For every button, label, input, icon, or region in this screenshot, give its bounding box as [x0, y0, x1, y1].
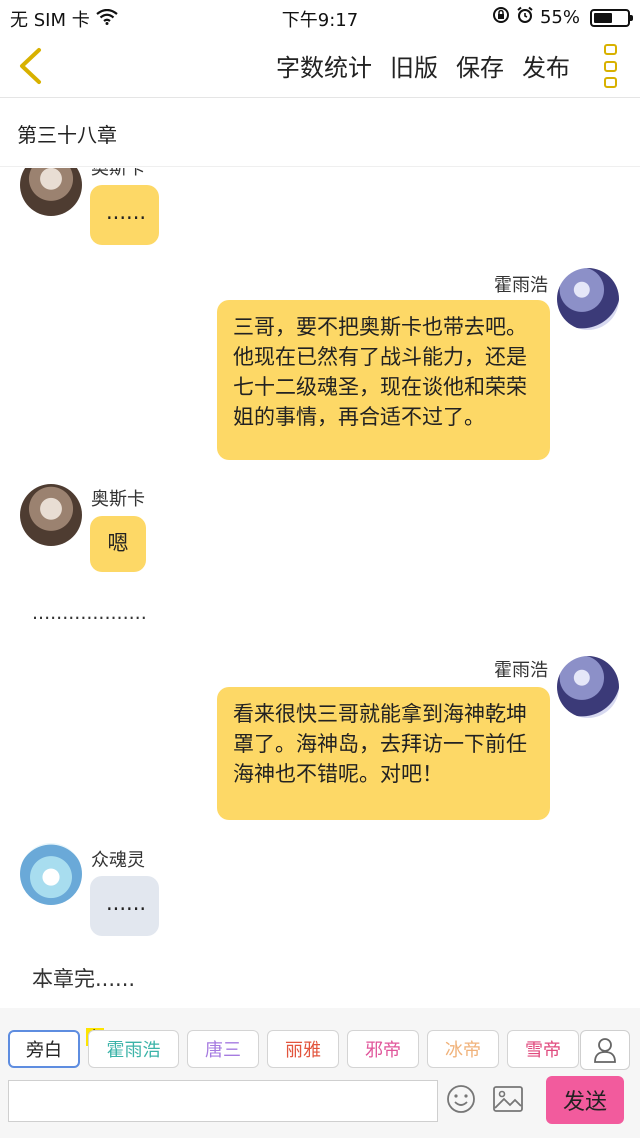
role-selector-bar: 旁白 主 霍雨浩 唐三 丽雅 邪帝 冰帝 雪帝: [0, 1008, 640, 1074]
role-label: 雪帝: [525, 1040, 561, 1061]
role-label: 旁白: [26, 1040, 62, 1061]
send-button[interactable]: 发送: [546, 1076, 624, 1124]
role-liya[interactable]: 丽雅: [267, 1030, 339, 1068]
alarm-icon: [516, 6, 534, 29]
add-role-button[interactable]: [580, 1030, 630, 1070]
sender-name: 霍雨浩: [494, 275, 548, 296]
more-menu-button[interactable]: [600, 44, 620, 88]
avatar[interactable]: [557, 656, 619, 718]
chapter-title: 第三十八章: [17, 123, 117, 147]
back-button[interactable]: [12, 44, 48, 88]
more-dot-icon: [603, 77, 617, 88]
emoji-button[interactable]: [446, 1084, 476, 1114]
role-narrator[interactable]: 旁白: [8, 1030, 80, 1068]
role-huoyuhao[interactable]: 霍雨浩: [88, 1030, 179, 1068]
role-label: 丽雅: [285, 1040, 321, 1061]
avatar[interactable]: [20, 843, 82, 905]
message-bubble[interactable]: 看来很快三哥就能拿到海神乾坤罩了。海神岛，去拜访一下前任海神也不错呢。对吧！: [217, 687, 550, 820]
more-dot-icon: [603, 44, 617, 55]
avatar[interactable]: [20, 484, 82, 546]
emoji-icon: [447, 1085, 475, 1113]
more-dot-icon: [603, 60, 617, 72]
status-bar: 无 SIM 卡 下午9:17 55%: [0, 0, 640, 34]
nav-bar: 字数统计 旧版 保存 发布: [0, 34, 640, 98]
role-xuedi[interactable]: 雪帝: [507, 1030, 579, 1068]
chevron-left-icon: [20, 48, 41, 84]
chapter-header[interactable]: 第三十八章: [0, 99, 640, 167]
role-label: 霍雨浩: [106, 1040, 161, 1061]
input-bar: 发送: [0, 1074, 640, 1138]
sender-name: 霍雨浩: [494, 660, 548, 681]
role-label: 冰帝: [445, 1040, 481, 1061]
role-tangsan[interactable]: 唐三: [187, 1030, 259, 1068]
person-icon: [594, 1038, 616, 1063]
chat-list[interactable]: 奥斯卡 ...... 霍雨浩 三哥，要不把奥斯卡也带去吧。他现在已然有了战斗能力…: [0, 168, 640, 1008]
sender-name: 奥斯卡: [91, 168, 145, 179]
message-bubble[interactable]: ......: [90, 876, 159, 936]
role-label: 唐三: [205, 1040, 241, 1061]
word-count-button[interactable]: 字数统计: [276, 48, 372, 83]
publish-button[interactable]: 发布: [522, 48, 570, 83]
message-bubble[interactable]: 嗯: [90, 516, 146, 572]
message-bubble[interactable]: ......: [90, 185, 159, 245]
role-label: 邪帝: [365, 1040, 401, 1061]
sender-name: 奥斯卡: [91, 489, 145, 510]
role-xiedi[interactable]: 邪帝: [347, 1030, 419, 1068]
image-button[interactable]: [492, 1085, 524, 1113]
avatar[interactable]: [20, 168, 82, 216]
message-input[interactable]: [8, 1080, 438, 1122]
battery-icon: [590, 8, 633, 27]
avatar[interactable]: [557, 268, 619, 330]
image-icon: [493, 1086, 523, 1112]
message-bubble[interactable]: 三哥，要不把奥斯卡也带去吧。他现在已然有了战斗能力，还是七十二级魂圣，现在谈他和…: [217, 300, 550, 460]
battery-percent: 55%: [539, 7, 580, 28]
role-bingdi[interactable]: 冰帝: [427, 1030, 499, 1068]
save-button[interactable]: 保存: [456, 48, 504, 83]
chapter-end-text: 本章完......: [32, 967, 136, 991]
sender-name: 众魂灵: [91, 850, 145, 871]
clock: 下午9:17: [281, 10, 359, 31]
orientation-lock-icon: [492, 6, 510, 29]
old-version-button[interactable]: 旧版: [390, 48, 438, 83]
narration-text: ...................: [32, 602, 147, 624]
